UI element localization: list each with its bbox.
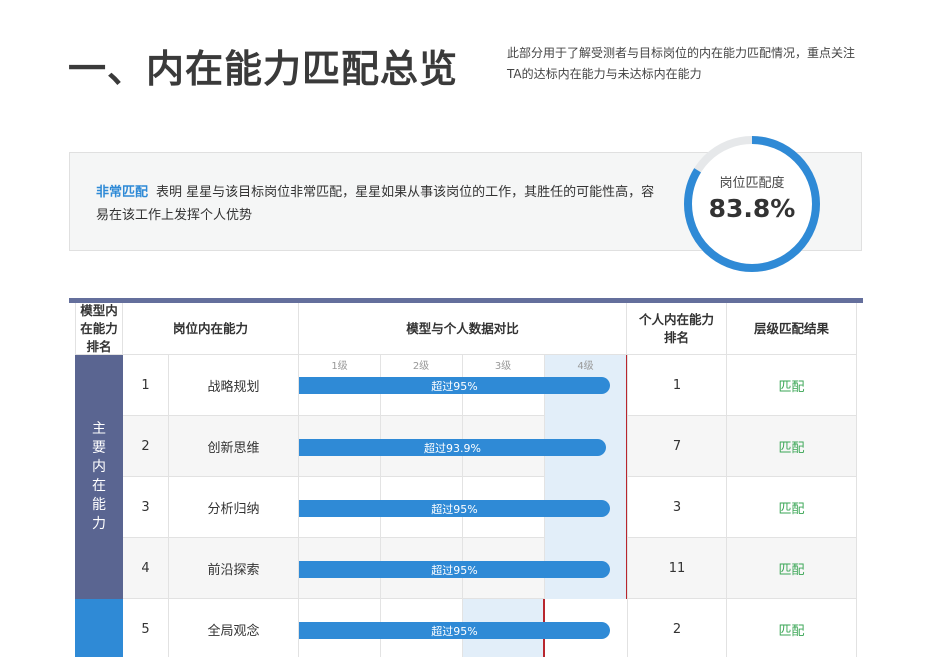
header-rank: 模型内在能力排名 — [75, 303, 123, 355]
level-label: 1级 — [331, 361, 348, 372]
match-summary-detail: 表明 星星与该目标岗位非常匹配，星星如果从事该岗位的工作，其胜任的可能性高，容易… — [96, 185, 655, 223]
header-result: 层级匹配结果 — [727, 303, 857, 355]
row-competency-name: 战略规划 — [169, 355, 299, 416]
row-competency-name: 全局观念 — [169, 599, 299, 657]
row-match-result: 匹配 — [727, 538, 857, 599]
group-label: 主要内在能力 — [92, 421, 106, 532]
row-compare-chart: 超过95% — [299, 538, 628, 599]
page-title: 一、内在能力匹配总览 — [68, 47, 459, 91]
match-level-tag: 非常匹配 — [96, 185, 149, 200]
row-match-result: 匹配 — [727, 599, 857, 657]
level-label: 3级 — [494, 361, 512, 372]
row-match-result: 匹配 — [727, 355, 857, 416]
row-personal-rank: 1 — [627, 355, 727, 416]
row-personal-rank: 7 — [627, 416, 727, 477]
row-match-result: 匹配 — [727, 477, 857, 538]
gauge-label: 岗位匹配度 — [719, 176, 785, 191]
comparison-bar: 超过93.9% — [299, 439, 606, 456]
competency-table: 模型内在能力排名 岗位内在能力 模型与个人数据对比 个人内在能力排名 层级匹配结… — [69, 298, 863, 657]
row-personal-rank: 3 — [627, 477, 727, 538]
section-description: 此部分用于了解受测者与目标岗位的内在能力匹配情况，重点关注TA的达标内在能力与未… — [507, 46, 856, 81]
gauge-value: 83.8% — [708, 194, 796, 223]
group-secondary-competency — [75, 599, 123, 657]
row-rank: 1 — [123, 355, 169, 416]
row-competency-name: 创新思维 — [169, 416, 299, 477]
row-personal-rank: 11 — [627, 538, 727, 599]
group-main-competency: 主要内在能力 — [75, 355, 123, 599]
match-gauge: 岗位匹配度 83.8% — [682, 134, 822, 274]
row-compare-chart: 超过93.9% — [299, 416, 628, 477]
level-label: 4级 — [577, 361, 594, 372]
comparison-bar: 超过95% — [299, 561, 610, 578]
level-label: 2级 — [412, 361, 430, 372]
header-compare: 模型与个人数据对比 — [299, 303, 627, 355]
row-compare-chart: 超过95% — [299, 477, 628, 538]
row-rank: 5 — [123, 599, 169, 657]
row-personal-rank: 2 — [627, 599, 727, 657]
row-rank: 4 — [123, 538, 169, 599]
header-personal-rank: 个人内在能力排名 — [627, 303, 727, 355]
row-rank: 2 — [123, 416, 169, 477]
row-compare-chart: 超过95% — [299, 599, 627, 657]
row-compare-chart: 1级 2级 3级 4级超过95% — [299, 355, 628, 416]
row-match-result: 匹配 — [727, 416, 857, 477]
row-competency-name: 前沿探索 — [169, 538, 299, 599]
row-competency-name: 分析归纳 — [169, 477, 299, 538]
row-rank: 3 — [123, 477, 169, 538]
comparison-bar: 超过95% — [299, 622, 610, 639]
header-competency: 岗位内在能力 — [123, 303, 299, 355]
comparison-bar: 超过95% — [299, 377, 610, 394]
match-summary-text: 非常匹配 表明 星星与该目标岗位非常匹配，星星如果从事该岗位的工作，其胜任的可能性… — [96, 181, 661, 227]
comparison-bar: 超过95% — [299, 500, 610, 517]
